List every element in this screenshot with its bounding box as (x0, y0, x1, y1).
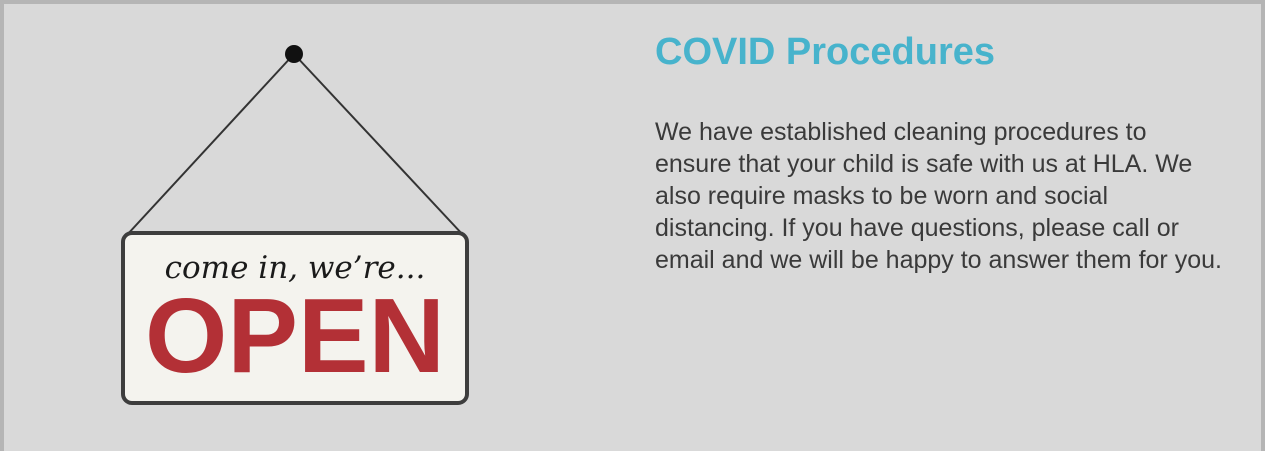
hanging-string-left (125, 53, 295, 237)
sign-open-word: OPEN (145, 277, 445, 395)
section-title: COVID Procedures (655, 31, 995, 73)
open-sign-illustration: come in, we’re... OPEN (116, 40, 476, 410)
open-sign-svg: come in, we’re... OPEN (121, 45, 469, 405)
page-frame: come in, we’re... OPEN COVID Procedures … (0, 0, 1265, 451)
section-body: We have established cleaning procedures … (655, 118, 1222, 274)
pin-icon (285, 45, 303, 63)
hanging-string-right (293, 53, 465, 237)
covid-section: COVID Procedures We have established cle… (655, 30, 1235, 276)
